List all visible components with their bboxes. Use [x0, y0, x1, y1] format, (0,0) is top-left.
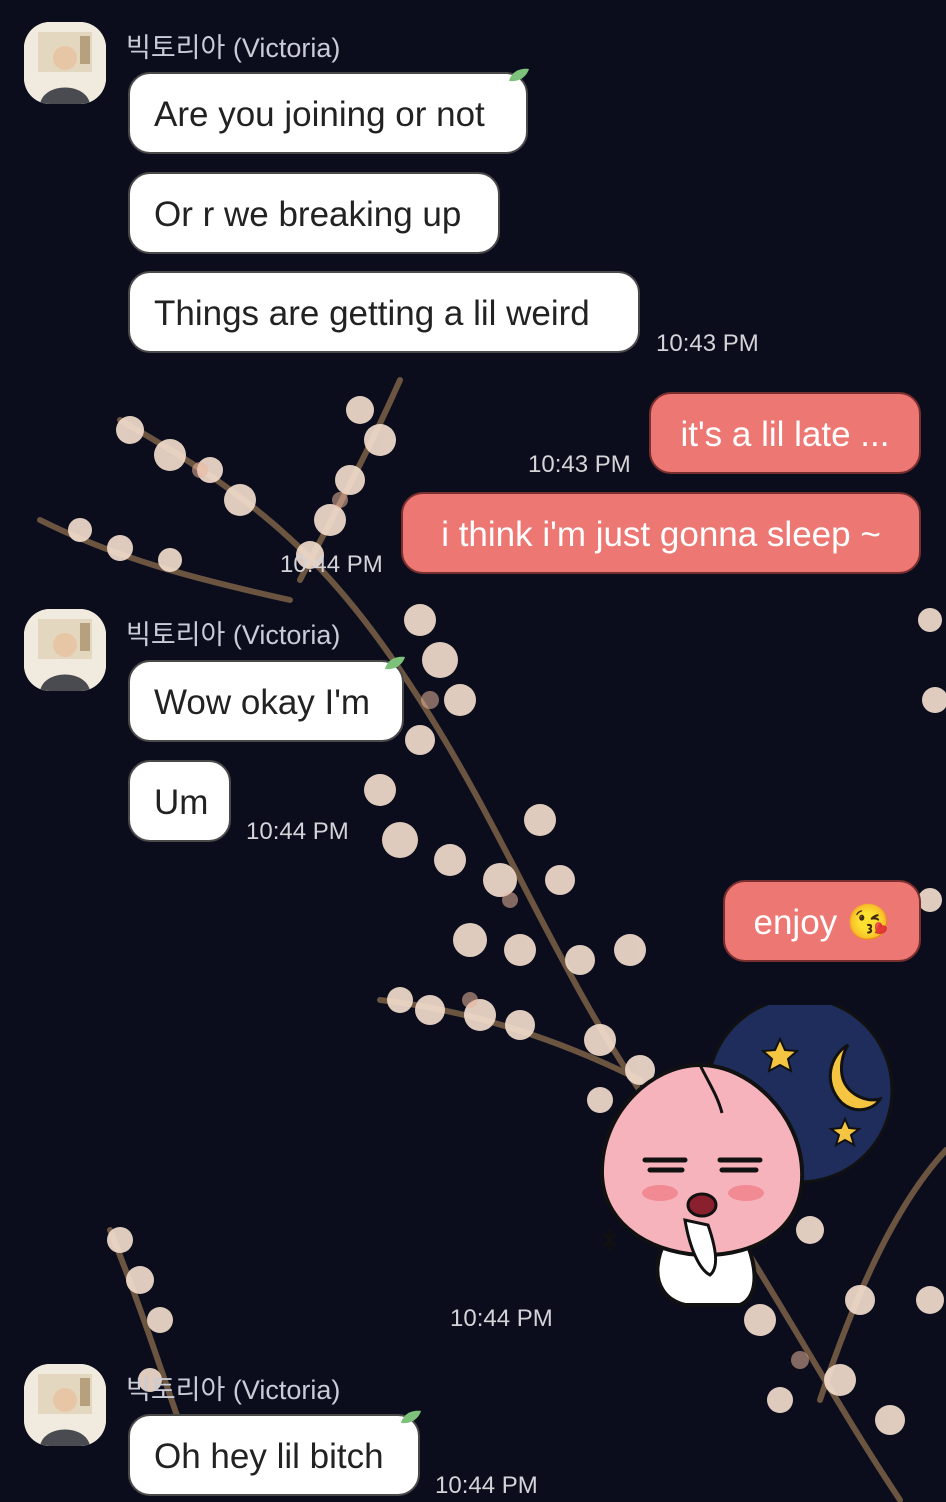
- timestamp: 10:43 PM: [528, 451, 631, 478]
- avatar[interactable]: [24, 1364, 106, 1446]
- message-text: enjoy 😘: [753, 903, 891, 942]
- sender-name: 빅토리아 (Victoria): [126, 1375, 341, 1405]
- sleepy-peach-sticker[interactable]: [590, 1005, 910, 1315]
- leaf-badge-icon: [401, 1410, 421, 1424]
- incoming-message[interactable]: Or r we breaking up: [128, 172, 500, 254]
- outgoing-message[interactable]: i think i'm just gonna sleep ~: [401, 492, 921, 574]
- message-text: Oh hey lil bitch: [154, 1437, 384, 1476]
- message-text: Are you joining or not: [154, 95, 485, 134]
- message-text: Or r we breaking up: [154, 195, 462, 234]
- incoming-message[interactable]: Are you joining or not: [128, 68, 529, 154]
- profile-avatar-icon: [24, 22, 106, 104]
- outgoing-message[interactable]: it's a lil late ...: [649, 392, 921, 474]
- avatar[interactable]: [24, 609, 106, 691]
- timestamp: 10:43 PM: [656, 330, 759, 357]
- incoming-message[interactable]: Wow okay I'm: [128, 656, 405, 742]
- profile-avatar-icon: [24, 609, 106, 691]
- message-text: i think i'm just gonna sleep ~: [441, 515, 881, 554]
- incoming-message[interactable]: Things are getting a lil weird: [128, 271, 640, 353]
- outgoing-message[interactable]: enjoy 😘: [723, 880, 921, 962]
- incoming-message[interactable]: Oh hey lil bitch: [128, 1410, 421, 1496]
- message-text: Things are getting a lil weird: [154, 294, 590, 333]
- timestamp: 10:44 PM: [450, 1305, 553, 1332]
- incoming-message[interactable]: Um: [128, 760, 231, 842]
- message-text: it's a lil late ...: [680, 415, 890, 454]
- sender-name: 빅토리아 (Victoria): [126, 33, 341, 63]
- message-text: Wow okay I'm: [154, 683, 371, 722]
- leaf-badge-icon: [509, 68, 529, 82]
- timestamp: 10:44 PM: [280, 551, 383, 578]
- message-text: Um: [154, 783, 209, 822]
- sender-name: 빅토리아 (Victoria): [126, 620, 341, 650]
- timestamp: 10:44 PM: [435, 1472, 538, 1499]
- timestamp: 10:44 PM: [246, 818, 349, 845]
- profile-avatar-icon: [24, 1364, 106, 1446]
- avatar[interactable]: [24, 22, 106, 104]
- leaf-badge-icon: [385, 656, 405, 670]
